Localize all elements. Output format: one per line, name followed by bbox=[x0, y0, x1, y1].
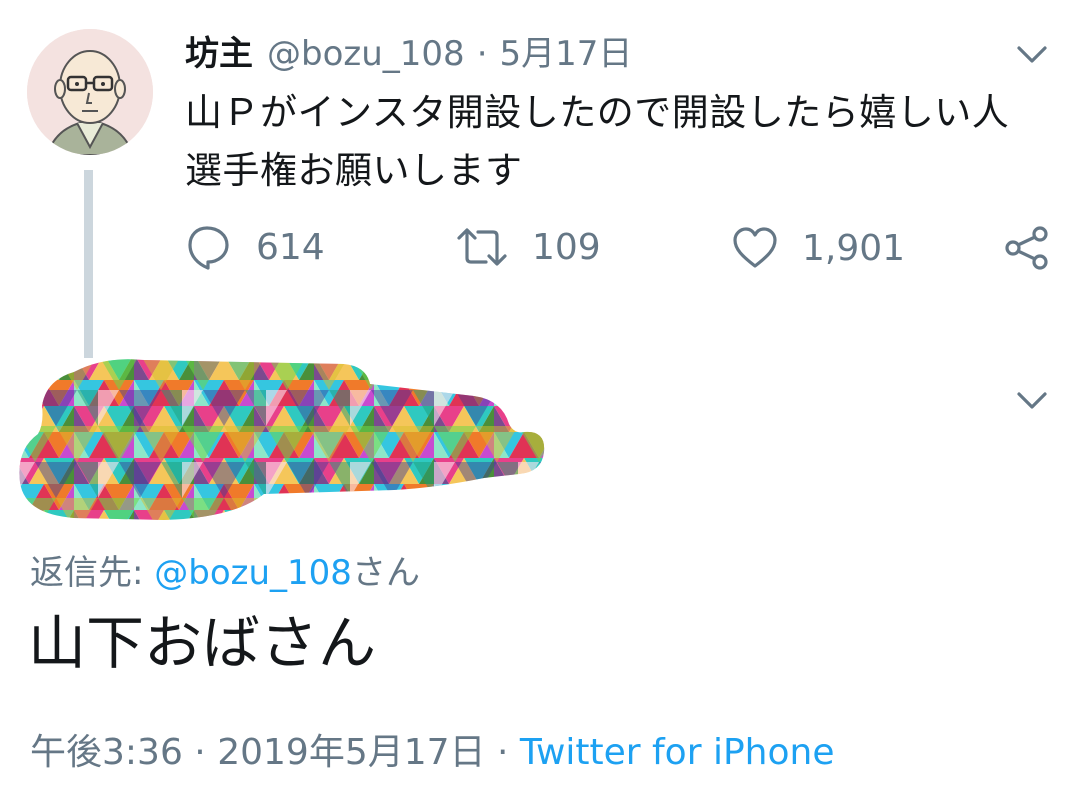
reply-button[interactable]: 614 bbox=[186, 224, 325, 270]
chevron-down-icon[interactable] bbox=[1012, 34, 1052, 74]
tweet-time: 午後3:36 bbox=[30, 732, 183, 773]
reply-to-suffix: さん bbox=[351, 553, 420, 593]
tweet-header: 坊主 @bozu_108 · 5月17日 bbox=[185, 26, 632, 76]
reply-count: 614 bbox=[256, 226, 325, 268]
header-separator: · bbox=[476, 34, 488, 74]
reply-to-handle[interactable]: @bozu_108 bbox=[154, 553, 352, 593]
retweet-button[interactable]: 109 bbox=[456, 224, 601, 270]
author-handle[interactable]: @bozu_108 bbox=[267, 34, 465, 74]
meta-separator: · bbox=[194, 732, 206, 773]
reply-text: 山下おばさん bbox=[28, 609, 377, 677]
author-name[interactable]: 坊主 bbox=[185, 26, 253, 75]
like-count: 1,901 bbox=[802, 227, 906, 269]
tweet-text: 山Ｐがインスタ開設したので開設したら嬉しい人選手権お願いします bbox=[185, 91, 1010, 192]
tweet-meta-line: 午後3:36 · 2019年5月17日 · Twitter for iPhone bbox=[30, 723, 834, 775]
reply-to-label: 返信先: bbox=[30, 553, 155, 593]
reply-chevron-down-icon[interactable] bbox=[1012, 380, 1052, 420]
share-button[interactable] bbox=[1004, 225, 1050, 275]
redacted-author-mosaic bbox=[14, 354, 549, 524]
reply-to-line: 返信先: @bozu_108さん bbox=[30, 545, 420, 594]
like-button[interactable]: 1,901 bbox=[732, 226, 905, 270]
retweet-icon bbox=[457, 228, 507, 266]
share-icon bbox=[1005, 226, 1048, 270]
retweet-count: 109 bbox=[532, 226, 601, 268]
tweet-source-link[interactable]: Twitter for iPhone bbox=[520, 732, 835, 773]
tweet-full-date: 2019年5月17日 bbox=[217, 732, 486, 773]
tweet-date[interactable]: 5月17日 bbox=[500, 26, 633, 75]
thread-connector-line bbox=[84, 170, 93, 358]
reply-bubble-icon bbox=[188, 226, 229, 270]
heart-icon bbox=[733, 227, 777, 268]
avatar-illustration bbox=[27, 29, 153, 155]
author-avatar[interactable] bbox=[27, 29, 153, 155]
meta-separator-2: · bbox=[497, 732, 509, 773]
